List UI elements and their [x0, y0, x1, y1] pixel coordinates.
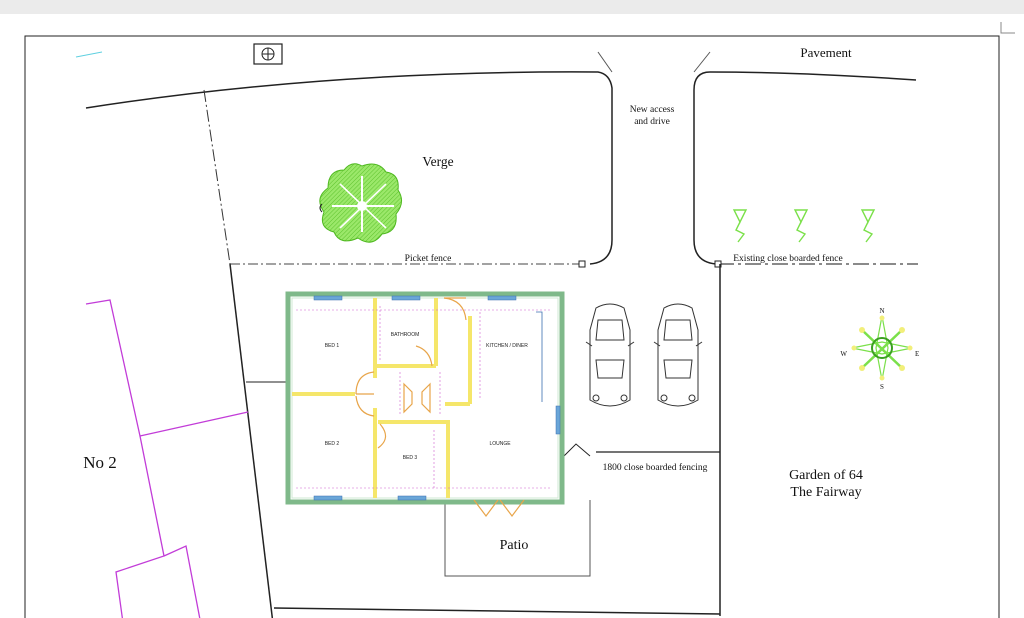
room-bed1: BED 1: [325, 343, 340, 349]
compass-east: E: [915, 350, 919, 358]
fence-post: [578, 260, 586, 268]
label-existing-fence: Existing close boarded fence: [733, 253, 842, 264]
drawing-sheet: N S E W BED 1 BATHROOM KITCHEN / DINER B…: [0, 14, 1024, 618]
pavement-edge-right: [693, 71, 917, 265]
cyan-mark: [75, 51, 103, 58]
shrub-icon: [860, 209, 876, 243]
viewer-toolbar: [0, 0, 1024, 14]
plot-boundary-south: [273, 607, 721, 615]
gate: [561, 443, 591, 459]
room-bathroom: BATHROOM: [391, 332, 420, 338]
label-garden-line1: Garden of 64: [789, 468, 863, 483]
label-picket-fence: Picket fence: [405, 253, 452, 264]
compass-rose-icon: [851, 315, 913, 381]
compass-north: N: [879, 307, 884, 315]
tree-icon: [319, 163, 402, 243]
site-plan: N S E W BED 1 BATHROOM KITCHEN / DINER B…: [24, 22, 1015, 618]
shrub-icon: [793, 209, 809, 243]
document-viewer: N S E W BED 1 BATHROOM KITCHEN / DINER B…: [0, 0, 1024, 618]
neighbour-outline-lower: [115, 435, 165, 618]
corner-mark: [1000, 22, 1015, 34]
car-icon: [585, 303, 635, 407]
label-new-access: New access: [630, 105, 675, 115]
plot-boundary-west: [229, 263, 274, 618]
compass-west: W: [840, 350, 847, 358]
label-and-drive: and drive: [634, 117, 670, 127]
inspection-cover-icon: [253, 43, 283, 65]
room-lounge: LOUNGE: [489, 441, 511, 447]
label-verge: Verge: [422, 154, 453, 169]
label-garden-line2: The Fairway: [790, 485, 861, 500]
room-bed3: BED 3: [403, 455, 418, 461]
house-floor-plan: [285, 291, 565, 517]
neighbour-outline-step: [163, 545, 201, 618]
shrub-icon: [732, 209, 748, 243]
boundary-dashed: [203, 89, 231, 265]
compass-south: S: [880, 383, 884, 391]
drive-splay-left: [597, 51, 613, 73]
label-no2: No 2: [83, 453, 117, 472]
drive-splay-right: [693, 51, 711, 73]
room-bed2: BED 2: [325, 441, 340, 447]
car-icon: [653, 303, 703, 407]
room-kitchen: KITCHEN / DINER: [486, 343, 528, 349]
label-patio: Patio: [500, 538, 529, 553]
label-fencing-1800: 1800 close boarded fencing: [603, 462, 708, 473]
neighbour-outline-upper: [85, 299, 249, 437]
